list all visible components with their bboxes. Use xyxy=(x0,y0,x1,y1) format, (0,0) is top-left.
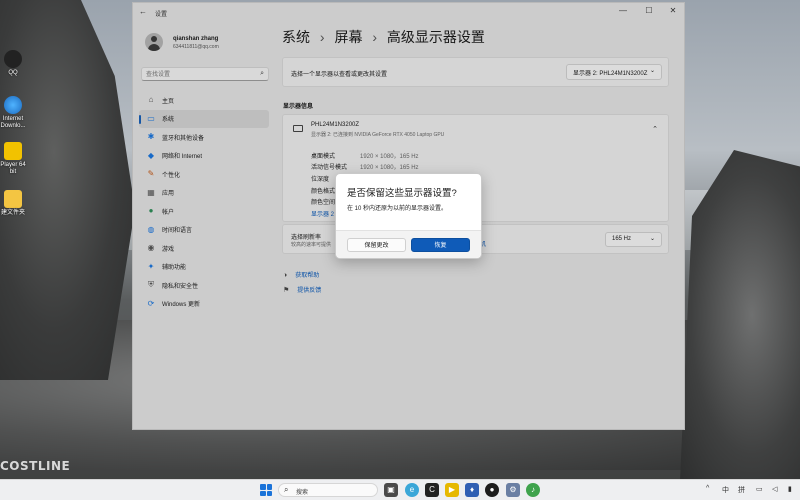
search-icon: ⌕ xyxy=(284,485,289,494)
tray-overflow-icon[interactable]: ^ xyxy=(706,485,709,492)
revert-button[interactable]: 恢复 xyxy=(411,238,470,252)
app-circle-icon[interactable]: ● xyxy=(485,483,499,497)
volume-icon[interactable]: ◁ xyxy=(772,485,777,493)
keep-changes-button[interactable]: 保留更改 xyxy=(347,238,406,252)
taskbar-search-label: 搜索 xyxy=(296,490,309,496)
keep-display-settings-dialog: 是否保留这些显示器设置? 在 10 秒内还原为以前的显示器设置。 保留更改 恢复 xyxy=(335,173,482,259)
desktop-icon-label: QQ xyxy=(8,70,18,76)
edge-icon[interactable]: e xyxy=(405,483,419,497)
play-icon xyxy=(4,142,22,160)
battery-icon[interactable]: ▮ xyxy=(788,485,792,493)
ime-mode-indicator[interactable]: 拼 xyxy=(738,485,745,495)
penguin-icon xyxy=(4,50,22,68)
player-icon[interactable]: ▶ xyxy=(445,483,459,497)
folder-icon xyxy=(4,190,22,208)
task-view-icon[interactable]: ▣ xyxy=(384,483,398,497)
taskbar-search[interactable]: ⌕ 搜索 xyxy=(278,483,378,497)
network-icon[interactable]: ▭ xyxy=(756,485,763,493)
desktop-icon-qq[interactable]: QQ xyxy=(0,50,26,77)
start-button[interactable] xyxy=(260,484,272,496)
watermark-text: COSTLINE xyxy=(0,459,71,473)
desktop-icon-label: 建文件夹 xyxy=(0,210,25,216)
dialog-title: 是否保留这些显示器设置? xyxy=(347,188,457,199)
desktop-icon-internet-download[interactable]: Internet Downlo... xyxy=(0,96,26,130)
desktop-icon-label: Internet Downlo... xyxy=(0,116,26,129)
settings-icon[interactable]: ⚙ xyxy=(506,483,520,497)
dialog-message: 在 10 秒内还原为以前的显示器设置。 xyxy=(347,206,448,212)
ime-indicator[interactable]: 中 xyxy=(722,485,729,495)
pin-icon[interactable]: ♦ xyxy=(465,483,479,497)
desktop-icon-new-folder[interactable]: 建文件夹 xyxy=(0,190,26,217)
dialog-footer: 保留更改 恢复 xyxy=(336,230,481,258)
app-c-icon[interactable]: C xyxy=(425,483,439,497)
globe-icon xyxy=(4,96,22,114)
app-green-icon[interactable]: ♪ xyxy=(526,483,540,497)
windows-logo-icon xyxy=(260,484,266,490)
desktop-icon-label: Player 64 bit xyxy=(0,162,26,175)
desktop-icon-player[interactable]: Player 64 bit xyxy=(0,142,26,176)
taskbar: ⌕ 搜索 ▣ e C ▶ ♦ ● ⚙ ♪ ^ 中 拼 ▭ ◁ ▮ xyxy=(0,479,800,500)
